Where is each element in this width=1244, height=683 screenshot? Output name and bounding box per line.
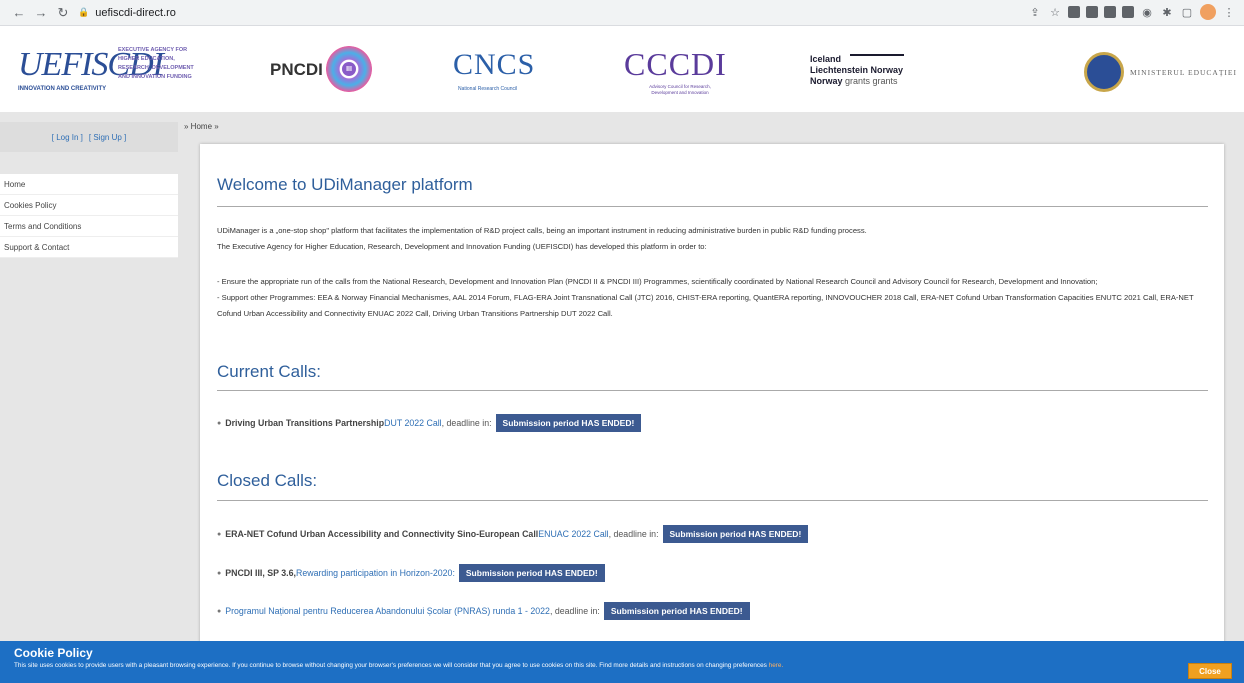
call-suffix: , deadline in: [549, 606, 600, 616]
lock-icon[interactable]: 🔒 [78, 7, 89, 18]
share-icon[interactable]: ⇪ [1028, 5, 1042, 19]
main-panel: Welcome to UDiManager platform UDiManage… [200, 144, 1224, 654]
reload-icon[interactable]: ↻ [54, 4, 72, 22]
status-badge: Submission period HAS ENDED! [495, 414, 642, 432]
call-prefix: Driving Urban Transitions Partnership [225, 418, 385, 428]
browser-actions: ⇪ ☆ ◉ ✱ ▢ ⋮ [1028, 4, 1236, 20]
sidepanel-icon[interactable]: ▢ [1180, 5, 1194, 19]
pncdi-roman: III [342, 62, 356, 76]
grants-line: Liechtenstein Norway [810, 65, 904, 75]
intro-line: UDiManager is a „one-stop shop" platform… [217, 226, 867, 235]
divider [217, 500, 1208, 501]
status-badge: Submission period HAS ENDED! [662, 525, 809, 543]
bullet-icon: ● [217, 607, 222, 615]
current-calls-heading: Current Calls: [217, 362, 321, 381]
intro-paragraph: UDiManager is a „one-stop shop" platform… [217, 223, 1208, 255]
cookie-message: This site uses cookies to provide users … [14, 662, 769, 669]
call-link[interactable]: DUT 2022 Call [384, 418, 442, 428]
signup-link[interactable]: [ Sign Up ] [89, 133, 126, 142]
call-link[interactable]: Programul Național pentru Reducerea Aban… [225, 606, 550, 616]
cncs-logo[interactable]: CNCS [453, 48, 535, 82]
address-bar[interactable]: 🔒 uefiscdi-direct.ro [78, 7, 176, 19]
call-item: ● Programul Național pentru Reducerea Ab… [217, 601, 750, 621]
cccdi-subtitle: Advisory Council for Research, Developme… [649, 84, 711, 95]
ministry-seal-icon[interactable] [1084, 52, 1124, 92]
call-link[interactable]: ENUAC 2022 Call [538, 529, 608, 539]
sidebar-item-support[interactable]: Support & Contact [0, 237, 178, 258]
desc-line: AND INNOVATION FUNDING [118, 74, 192, 80]
sidebar-menu: Home Cookies Policy Terms and Conditions… [0, 174, 178, 258]
call-prefix: PNCDI III, SP 3.6, [225, 568, 296, 578]
page-title: Welcome to UDiManager platform [217, 175, 473, 194]
sidebar-item-home[interactable]: Home [0, 174, 178, 195]
closed-calls-heading: Closed Calls: [217, 471, 318, 490]
call-link[interactable]: Rewarding participation in Horizon-2020: [296, 568, 455, 578]
url-text[interactable]: uefiscdi-direct.ro [95, 7, 176, 19]
pncdi-flower-icon: III [326, 46, 372, 92]
uefiscdi-tagline: INNOVATION AND CREATIVITY [18, 86, 107, 92]
status-badge: Submission period HAS ENDED! [458, 564, 605, 582]
menu-icon[interactable]: ⋮ [1222, 5, 1236, 19]
call-item: ● Driving Urban Transitions Partnership … [217, 413, 642, 433]
sidebar: [ Log In ] [ Sign Up ] Home Cookies Poli… [0, 112, 178, 683]
ministry-name: MINISTERUL EDUCAȚIEI [1130, 68, 1238, 77]
call-item: ● ERA-NET Cofund Urban Accessibility and… [217, 524, 809, 544]
uefiscdi-description: EXECUTIVE AGENCY FOR HIGHER EDUCATION, R… [118, 46, 194, 82]
browser-nav: ← → ↻ [0, 4, 72, 22]
breadcrumb[interactable]: » Home » [184, 122, 219, 131]
objective-item: - Support other Programmes: EEA & Norway… [217, 293, 1194, 318]
call-item: ● PNCDI III, SP 3.6, Rewarding participa… [217, 563, 605, 583]
intro-line: The Executive Agency for Higher Educatio… [217, 242, 707, 251]
grants-light: grants grants [845, 76, 898, 86]
bullet-icon: ● [217, 530, 222, 538]
objectives-list: - Ensure the appropriate run of the call… [217, 274, 1208, 322]
divider [217, 206, 1208, 207]
pncdi-logo[interactable]: PNCDI [270, 60, 323, 80]
sidebar-item-terms[interactable]: Terms and Conditions [0, 216, 178, 237]
star-icon[interactable]: ☆ [1048, 5, 1062, 19]
extension-icon[interactable] [1104, 6, 1116, 18]
desc-line: RESEARCH, DEVELOPMENT [118, 65, 194, 71]
call-suffix: , deadline in: [441, 418, 492, 428]
auth-links: [ Log In ] [ Sign Up ] [0, 122, 178, 152]
desc-line: HIGHER EDUCATION, [118, 56, 175, 62]
cookie-title: Cookie Policy [14, 646, 93, 660]
cccdi-logo[interactable]: CCCDI [624, 46, 727, 83]
cookie-banner: Cookie Policy This site uses cookies to … [0, 641, 1244, 683]
bullet-icon: ● [217, 569, 222, 577]
profile-avatar[interactable] [1200, 4, 1216, 20]
extension-icon[interactable] [1068, 6, 1080, 18]
login-link[interactable]: [ Log In ] [52, 133, 83, 142]
extension-icon[interactable] [1122, 6, 1134, 18]
bullet-icon: ● [217, 419, 222, 427]
status-badge: Submission period HAS ENDED! [603, 602, 750, 620]
extension-icon[interactable] [1086, 6, 1098, 18]
puzzle-icon[interactable]: ✱ [1160, 5, 1174, 19]
eye-icon[interactable]: ◉ [1140, 5, 1154, 19]
grants-wave-icon [850, 54, 904, 66]
cncs-subtitle: National Research Council [458, 86, 518, 92]
cookie-text: This site uses cookies to provide users … [14, 662, 783, 669]
cookie-here-link[interactable]: here. [769, 662, 784, 669]
objective-item: - Ensure the appropriate run of the call… [217, 277, 1098, 286]
call-prefix: ERA-NET Cofund Urban Accessibility and C… [225, 529, 539, 539]
grants-bold: Norway [810, 76, 843, 86]
sidebar-item-cookies-policy[interactable]: Cookies Policy [0, 195, 178, 216]
grants-line: Norway grants grants [810, 76, 903, 87]
site-header: UEFISCDI INNOVATION AND CREATIVITY EXECU… [0, 26, 1244, 112]
browser-toolbar: ← → ↻ 🔒 uefiscdi-direct.ro ⇪ ☆ ◉ ✱ ▢ ⋮ [0, 0, 1244, 26]
cookie-close-button[interactable]: Close [1188, 663, 1232, 679]
forward-icon[interactable]: → [32, 4, 50, 22]
call-suffix: , deadline in: [608, 529, 659, 539]
divider [217, 390, 1208, 391]
desc-line: EXECUTIVE AGENCY FOR [118, 47, 188, 53]
back-icon[interactable]: ← [10, 4, 28, 22]
